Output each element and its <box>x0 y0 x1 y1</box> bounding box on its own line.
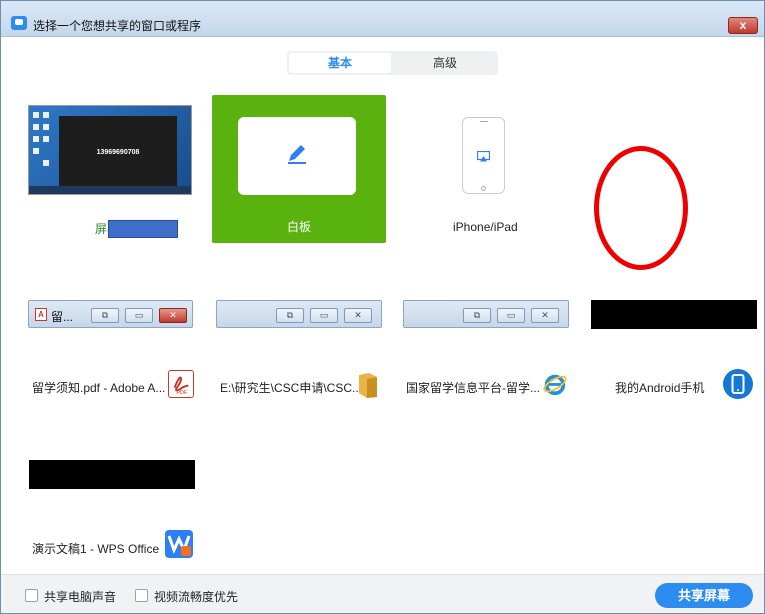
desktop-icon <box>33 112 39 118</box>
window-preview-folder[interactable]: ⧉ ▭ ✕ <box>216 300 382 328</box>
phone-home-button <box>481 186 486 191</box>
taskbar-preview <box>29 186 191 194</box>
title-bar: 选择一个您想共享的窗口或程序 x <box>1 1 764 37</box>
whiteboard-label: 白板 <box>286 220 311 234</box>
whiteboard-card <box>238 117 356 195</box>
close-icon: ✕ <box>344 308 372 323</box>
wps-icon <box>165 530 193 558</box>
video-priority-label: 视频流畅度优先 <box>154 590 239 604</box>
window-label-folder: E:\研究生\CSC申请\CSC... <box>220 381 363 395</box>
window-title: 选择一个您想共享的窗口或程序 <box>33 19 202 33</box>
meeting-window-preview: 13969690708 <box>59 116 177 186</box>
window-label-ie: 国家留学信息平台-留学... <box>406 381 540 395</box>
preview-number: 13969690708 <box>96 149 140 156</box>
desktop-icon <box>43 112 49 118</box>
maximize-icon: ▭ <box>125 308 153 323</box>
window-preview-title: 留... <box>51 310 74 324</box>
adobe-pdf-icon: PDF <box>168 370 194 398</box>
bottom-bar: 共享电脑声音 视频流畅度优先 共享屏幕 <box>1 574 764 613</box>
window-preview-android[interactable] <box>591 300 757 329</box>
maximize-icon: ▭ <box>310 308 338 323</box>
screen-share-tile[interactable]: 13969690708 <box>28 105 192 195</box>
desktop-icon <box>43 136 49 142</box>
window-preview-ie[interactable]: ⧉ ▭ ✕ <box>403 300 569 328</box>
desktop-preview: 13969690708 <box>29 106 191 194</box>
phone-speaker <box>480 121 488 122</box>
window-preview-adobe[interactable]: A 留... ⧉ ▭ ✕ <box>28 300 193 328</box>
folder-icon <box>359 373 377 398</box>
close-button[interactable]: x <box>728 17 758 34</box>
video-priority-checkbox[interactable] <box>135 589 148 602</box>
iphone-label: iPhone/iPad <box>453 220 518 234</box>
share-audio-checkbox[interactable] <box>25 589 38 602</box>
android-phone-icon <box>723 369 753 399</box>
desktop-icon <box>43 160 49 166</box>
tab-advanced[interactable]: 高级 <box>394 53 496 73</box>
desktop-icon <box>33 124 39 130</box>
window-label-wps: 演示文稿1 - WPS Office <box>32 542 160 556</box>
tab-switcher: 基本 高级 <box>287 51 498 75</box>
pencil-icon <box>288 145 306 164</box>
restore-icon: ⧉ <box>463 308 491 323</box>
airplay-icon <box>477 151 490 162</box>
restore-icon: ⧉ <box>276 308 304 323</box>
iphone-share-tile[interactable] <box>462 117 505 194</box>
whiteboard-tile[interactable]: 白板 <box>212 95 386 243</box>
share-window: 选择一个您想共享的窗口或程序 x 基本 高级 13969690708 屏幕 白板… <box>0 0 765 614</box>
red-circle-annotation <box>594 146 688 270</box>
restore-icon: ⧉ <box>91 308 119 323</box>
window-label-adobe: 留学须知.pdf - Adobe A... <box>32 381 166 395</box>
internet-explorer-icon <box>543 374 567 396</box>
close-icon: ✕ <box>531 308 559 323</box>
app-logo-icon <box>11 16 27 30</box>
share-audio-label: 共享电脑声音 <box>44 590 117 604</box>
desktop-icon <box>33 136 39 142</box>
desktop-icon <box>33 148 39 154</box>
share-screen-button[interactable]: 共享屏幕 <box>655 583 753 608</box>
window-label-android: 我的Android手机 <box>615 381 705 395</box>
maximize-icon: ▭ <box>497 308 525 323</box>
pdf-text: PDF <box>176 390 188 396</box>
close-icon: ✕ <box>159 308 187 323</box>
pdf-mini-icon: A <box>35 308 47 321</box>
desktop-icon <box>43 124 49 130</box>
tab-basic[interactable]: 基本 <box>289 53 391 73</box>
window-preview-wps[interactable] <box>29 460 195 489</box>
redaction-block <box>108 220 178 238</box>
